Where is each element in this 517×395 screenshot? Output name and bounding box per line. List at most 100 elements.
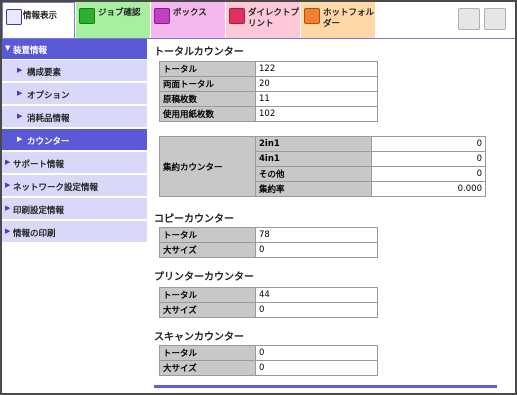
scan-counter-table: トータル 0 大サイズ 0	[159, 345, 378, 376]
box-icon	[154, 8, 170, 24]
row-value: 0	[255, 302, 378, 318]
tab-direct-print-label-line2: リント	[248, 19, 274, 29]
row-key: トータル	[159, 287, 256, 303]
triangle-right-icon: ▶	[5, 204, 11, 212]
row-key: 2in1	[255, 136, 372, 152]
aggregate-counter-table: 集約カウンター 2in1 0 4in1 0 その他 0 集約率 0.000	[159, 136, 486, 197]
sidebar-item-label: ネットワーク設定情報	[13, 183, 99, 193]
row-value: 122	[255, 61, 378, 77]
tab-hot-folder-label-line1: ホットフォル	[323, 8, 375, 18]
tab-hot-folder-label-line2: ダー	[323, 19, 341, 29]
table-row: 大サイズ 0	[159, 302, 378, 318]
row-value: 102	[255, 106, 378, 122]
total-counter-table: トータル 122 両面トータル 20 原稿枚数 11 使用用紙枚数 102	[159, 61, 378, 122]
table-row: トータル 0	[159, 345, 378, 361]
row-key: 大サイズ	[159, 242, 256, 258]
row-key: 原稿枚数	[159, 91, 256, 107]
row-key: その他	[255, 166, 372, 182]
row-key: 大サイズ	[159, 360, 256, 376]
row-key: トータル	[159, 61, 256, 77]
window-icon[interactable]	[484, 8, 506, 30]
row-key: トータル	[159, 345, 256, 361]
table-row: 使用用紙枚数 102	[159, 106, 378, 122]
sidebar-item-device-info[interactable]: ▼ 装置情報	[2, 39, 147, 59]
sidebar-item-label: 消耗品情報	[27, 114, 70, 124]
scan-counter-title: スキャンカウンター	[154, 332, 244, 343]
job-icon	[79, 8, 95, 24]
sidebar-item-print-settings[interactable]: ▶ 印刷設定情報	[2, 198, 147, 220]
triangle-right-icon: ▶	[17, 89, 23, 97]
row-key: 使用用紙枚数	[159, 106, 256, 122]
printer-icon	[229, 8, 245, 24]
table-row: 大サイズ 0	[159, 242, 378, 258]
row-value: 44	[255, 287, 378, 303]
triangle-down-icon: ▼	[5, 44, 11, 52]
table-row: 原稿枚数 11	[159, 91, 378, 107]
table-row: 大サイズ 0	[159, 360, 378, 376]
row-value: 0	[255, 360, 378, 376]
row-value: 0	[371, 151, 486, 167]
triangle-right-icon: ▶	[17, 66, 23, 74]
row-key: 両面トータル	[159, 76, 256, 92]
row-key: 集約率	[255, 181, 372, 197]
toolbar-icons	[452, 4, 514, 36]
table-row: 集約カウンター 2in1 0	[159, 136, 486, 197]
tab-direct-print-label: ダイレクトプ リント	[248, 8, 299, 30]
row-key: トータル	[159, 227, 256, 243]
sidebar-item-components[interactable]: ▶ 構成要素	[2, 60, 147, 82]
sidebar-item-print-info[interactable]: ▶ 情報の印刷	[2, 221, 147, 243]
tab-job-label: ジョブ確認	[98, 8, 141, 18]
folder-icon	[304, 8, 320, 24]
sidebar-item-label: 情報の印刷	[13, 229, 56, 239]
table-row: 両面トータル 20	[159, 76, 378, 92]
tab-hot-folder-label: ホットフォル ダー	[323, 8, 374, 30]
triangle-right-icon: ▶	[17, 112, 23, 120]
refresh-icon[interactable]	[458, 8, 480, 30]
sidebar-item-label: 構成要素	[27, 68, 62, 78]
tab-direct-print-label-line1: ダイレクトプ	[248, 8, 300, 18]
tab-hot-folder[interactable]: ホットフォル ダー	[301, 2, 375, 39]
total-counter-title: トータルカウンター	[154, 47, 244, 58]
copy-counter-table: トータル 78 大サイズ 0	[159, 227, 378, 258]
aggregate-counter-header: 集約カウンター	[159, 136, 256, 197]
sidebar-item-label: 装置情報	[13, 46, 48, 56]
sidebar-item-counter[interactable]: ▶ カウンター	[2, 129, 147, 151]
table-row: トータル 122	[159, 61, 378, 77]
triangle-right-icon: ▶	[5, 181, 11, 189]
tab-box-label: ボックス	[173, 8, 207, 18]
tab-info-label: 情報表示	[23, 11, 58, 21]
sidebar-item-options[interactable]: ▶ オプション	[2, 83, 147, 105]
top-tab-bar: 情報表示 ジョブ確認 ボックス ダイレクトプ リント ホットフォル ダー	[2, 2, 515, 39]
row-value: 0	[371, 136, 486, 152]
row-value: 11	[255, 91, 378, 107]
row-value: 0.000	[371, 181, 486, 197]
row-value: 20	[255, 76, 378, 92]
copy-counter-title: コピーカウンター	[154, 214, 234, 225]
tab-direct-print[interactable]: ダイレクトプ リント	[226, 2, 300, 39]
sidebar-item-label: オプション	[27, 91, 70, 101]
row-value: 0	[255, 242, 378, 258]
row-value: 0	[371, 166, 486, 182]
row-key: 4in1	[255, 151, 372, 167]
tab-job-check[interactable]: ジョブ確認	[76, 2, 150, 39]
sidebar-item-label: 印刷設定情報	[13, 206, 65, 216]
tab-box[interactable]: ボックス	[151, 2, 225, 39]
triangle-right-icon: ▶	[5, 158, 11, 166]
printer-counter-table: トータル 44 大サイズ 0	[159, 287, 378, 318]
sidebar-item-label: カウンター	[27, 137, 70, 147]
table-row: トータル 44	[159, 287, 378, 303]
bottom-divider	[154, 385, 497, 388]
sidebar-item-support[interactable]: ▶ サポート情報	[2, 152, 147, 174]
triangle-right-icon: ▶	[5, 227, 11, 235]
tab-info-display[interactable]: 情報表示	[2, 2, 75, 39]
monitor-icon	[6, 9, 22, 25]
sidebar-item-network[interactable]: ▶ ネットワーク設定情報	[2, 175, 147, 197]
row-value: 78	[255, 227, 378, 243]
printer-counter-title: プリンターカウンター	[154, 272, 254, 283]
table-row: トータル 78	[159, 227, 378, 243]
sidebar-item-consumables[interactable]: ▶ 消耗品情報	[2, 106, 147, 128]
row-key: 大サイズ	[159, 302, 256, 318]
sidebar-item-label: サポート情報	[13, 160, 65, 170]
sidebar: ▼ 装置情報 ▶ 構成要素 ▶ オプション ▶ 消耗品情報 ▶ カウンター ▶ …	[2, 39, 147, 243]
triangle-right-icon: ▶	[17, 135, 23, 143]
